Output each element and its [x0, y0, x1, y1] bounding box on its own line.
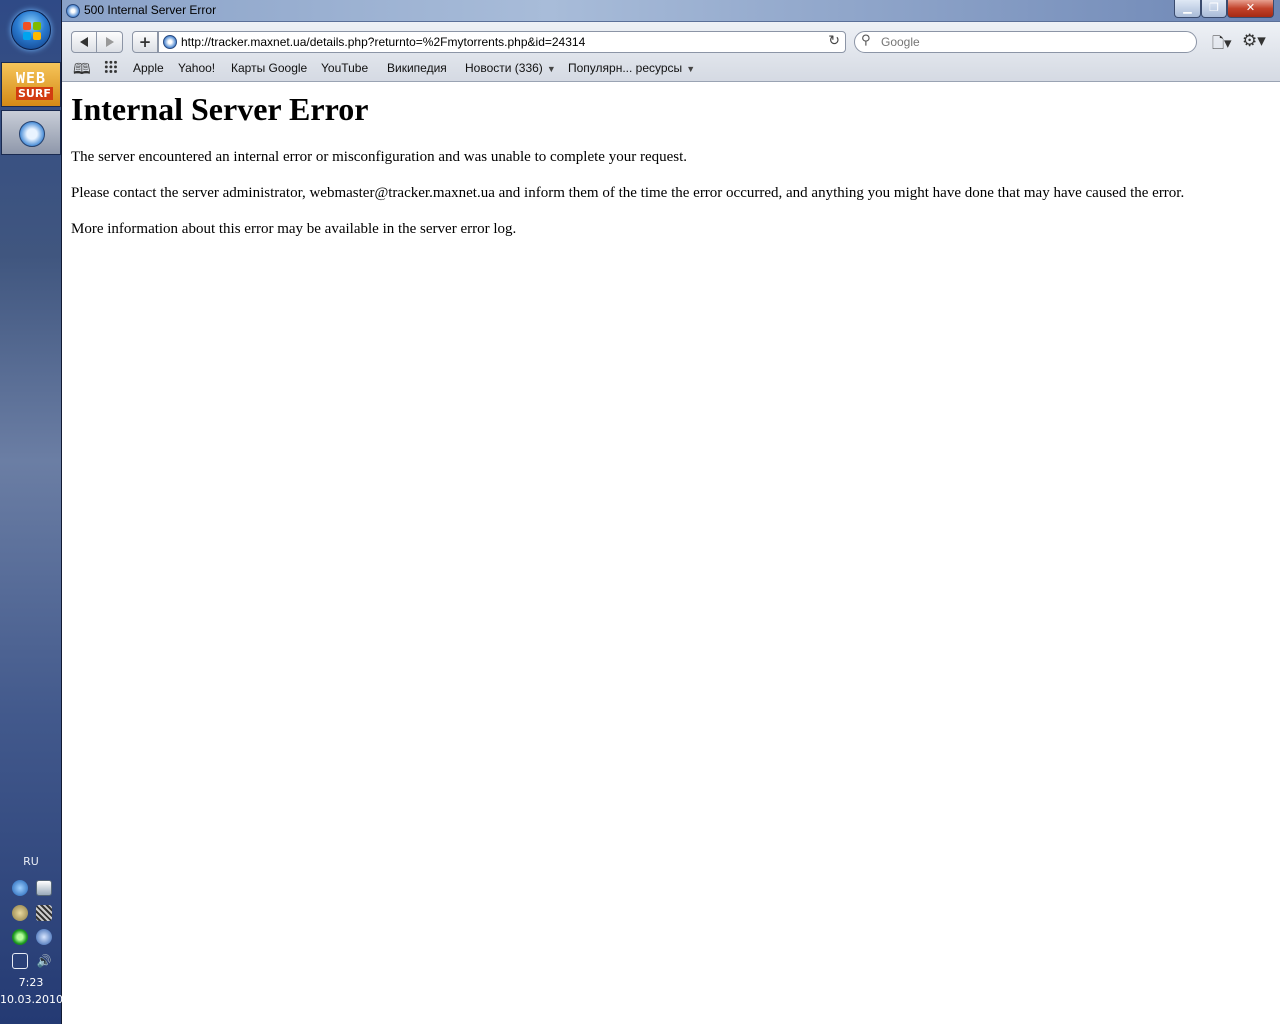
reload-icon[interactable]: ↻ — [828, 33, 840, 49]
safari-app-icon — [66, 4, 80, 18]
restore-icon: ❐ — [1209, 1, 1219, 14]
forward-button[interactable] — [97, 31, 123, 53]
forward-arrow-icon — [106, 37, 114, 47]
minimize-button[interactable]: ▁ — [1174, 0, 1201, 18]
safari-compass-icon — [19, 121, 45, 147]
back-button[interactable] — [71, 31, 97, 53]
minimize-icon: ▁ — [1183, 1, 1192, 14]
language-indicator[interactable]: RU — [0, 855, 62, 868]
maximize-button[interactable]: ❐ — [1201, 0, 1227, 18]
tray-rss-icon[interactable] — [36, 905, 52, 921]
search-box[interactable]: ⚲ — [854, 31, 1197, 53]
tray-update-icon[interactable] — [36, 929, 52, 945]
bookmark-folder-popular-label: Популярн... ресурсы — [568, 61, 683, 75]
bookmark-folder-news-label: Новости (336) — [465, 61, 543, 75]
clock-date[interactable]: 10.03.2010 — [0, 993, 63, 1006]
bookmark-folder-popular[interactable]: Популярн... ресурсы ▼ — [568, 61, 695, 75]
windows-logo-icon — [23, 22, 41, 40]
error-heading: Internal Server Error — [71, 91, 369, 127]
taskbar: WEB SURF RU 🔊 7:23 10.03.2010 — [0, 0, 63, 1024]
taskbar-websurf-button[interactable]: WEB SURF — [1, 62, 61, 107]
error-message: The server encountered an internal error… — [71, 149, 688, 165]
tray-messenger-icon[interactable] — [12, 929, 28, 945]
bookmark-folder-news[interactable]: Новости (336) ▼ — [465, 61, 556, 75]
browser-window: 500 Internal Server Error ▁ ❐ ✕ + ↻ ⚲ 🗋▾… — [62, 0, 1280, 1024]
bookmark-youtube[interactable]: YouTube — [321, 61, 368, 75]
title-bar[interactable]: 500 Internal Server Error ▁ ❐ ✕ — [62, 0, 1280, 22]
bookmark-apple[interactable]: Apple — [133, 61, 164, 75]
bookmark-wikipedia[interactable]: Википедия — [387, 61, 447, 75]
bookmark-yahoo[interactable]: Yahoo! — [178, 61, 215, 75]
page-content: Internal Server Error The server encount… — [62, 83, 1280, 1024]
tray-network-share-icon[interactable] — [12, 905, 28, 921]
address-bar[interactable]: ↻ — [158, 31, 846, 53]
search-icon[interactable]: ⚲ — [861, 33, 871, 48]
bookmarks-book-icon[interactable]: 🕮 — [73, 59, 91, 84]
settings-gear-icon[interactable]: ⚙▾ — [1242, 31, 1266, 51]
tray-network-icon[interactable] — [12, 953, 28, 969]
window-title: 500 Internal Server Error — [84, 3, 217, 17]
browser-toolbar: + ↻ ⚲ 🗋▾ ⚙▾ 🕮 Apple Yahoo! Карты Google … — [62, 22, 1280, 82]
back-arrow-icon — [80, 37, 88, 47]
address-input[interactable] — [181, 32, 821, 52]
search-input[interactable] — [881, 32, 1181, 52]
taskbar-safari-button[interactable] — [1, 110, 61, 155]
chevron-down-icon: ▼ — [686, 64, 696, 74]
close-button[interactable]: ✕ — [1227, 0, 1274, 18]
clock-time[interactable]: 7:23 — [0, 976, 62, 989]
start-button[interactable] — [11, 10, 51, 50]
add-bookmark-button[interactable]: + — [132, 31, 158, 53]
page-menu-icon[interactable]: 🗋▾ — [1212, 33, 1232, 58]
tray-app-icon[interactable] — [36, 880, 52, 896]
plus-icon: + — [138, 33, 152, 51]
contact-admin-message: Please contact the server administrator,… — [71, 185, 1185, 201]
tray-volume-icon[interactable]: 🔊 — [36, 953, 52, 969]
tray-flash-icon[interactable] — [12, 880, 28, 896]
bookmark-google-maps[interactable]: Карты Google — [231, 61, 307, 75]
close-icon: ✕ — [1245, 1, 1256, 14]
bookmarks-bar: 🕮 Apple Yahoo! Карты Google YouTube Вики… — [62, 58, 1280, 80]
websurf-label-top: WEB — [16, 69, 47, 87]
top-sites-grid-icon[interactable] — [104, 60, 118, 74]
error-log-message: More information about this error may be… — [71, 221, 517, 237]
websurf-label-bottom: SURF — [16, 87, 53, 100]
chevron-down-icon: ▼ — [546, 64, 556, 74]
site-favicon-icon — [163, 35, 177, 49]
